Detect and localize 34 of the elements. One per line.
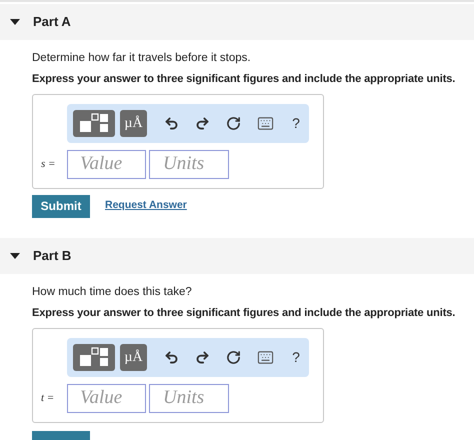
- instruction-text: Express your answer to three significant figures and include the appropriate units.: [32, 72, 456, 88]
- question-text: How much time does this take?: [32, 284, 193, 300]
- template-button[interactable]: [73, 110, 115, 137]
- help-button[interactable]: ?: [288, 112, 304, 134]
- undo-icon: [164, 116, 178, 131]
- template-button[interactable]: [73, 344, 115, 370]
- part-title: Part B: [33, 247, 72, 265]
- reset-icon: [226, 350, 240, 364]
- part-title: Part A: [33, 13, 71, 32]
- template-icon: [79, 113, 109, 134]
- units-field[interactable]: Units: [149, 150, 229, 179]
- value-field[interactable]: Value: [67, 384, 146, 412]
- units-button[interactable]: µÅ: [120, 344, 147, 370]
- caret-down-icon: [10, 18, 20, 26]
- value-field[interactable]: Value: [67, 150, 146, 179]
- redo-icon: [194, 350, 210, 364]
- units-field[interactable]: Units: [149, 384, 229, 412]
- part-header[interactable]: Part B: [0, 238, 474, 274]
- keyboard-icon: [256, 114, 274, 132]
- caret-down-icon: [10, 252, 20, 260]
- question-text: Determine how far it travels before it stops.: [32, 51, 252, 66]
- units-button[interactable]: µÅ: [120, 110, 147, 137]
- part-header[interactable]: Part A: [0, 4, 474, 40]
- variable-label: t =: [40, 390, 56, 406]
- request-answer-link[interactable]: Request Answer: [105, 198, 187, 214]
- undo-icon: [164, 350, 178, 364]
- template-icon: [79, 347, 109, 367]
- help-button[interactable]: ?: [288, 346, 304, 368]
- keyboard-icon: [256, 348, 274, 366]
- submit-button[interactable]: Submit: [32, 194, 90, 218]
- instruction-text: Express your answer to three significant figures and include the appropriate units.: [32, 306, 456, 321]
- reset-icon: [226, 116, 240, 131]
- redo-icon: [194, 116, 210, 131]
- variable-label: s =: [40, 157, 56, 172]
